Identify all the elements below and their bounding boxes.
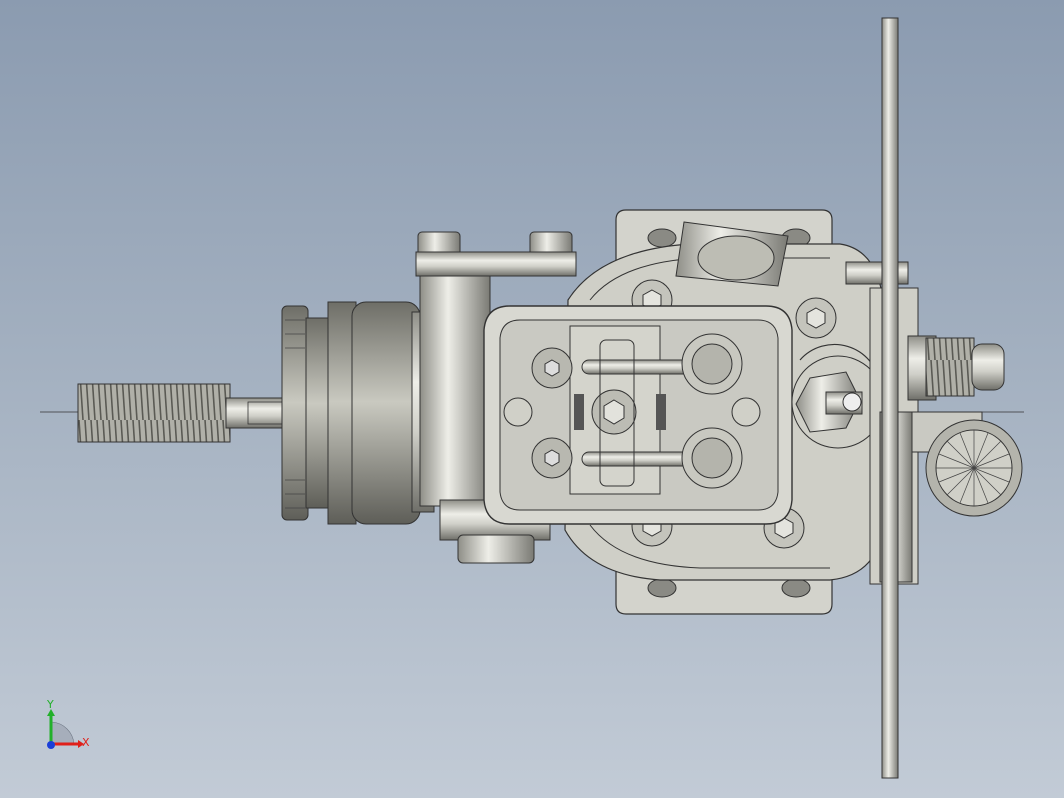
valve-spring-cap[interactable] [681,333,743,395]
y-axis-label: Y [47,698,54,711]
head-bolt[interactable] [795,297,837,339]
valve-spring-cap[interactable] [681,427,743,489]
needle-adjust-knob[interactable] [911,411,1023,517]
cad-viewport[interactable]: X Y [0,0,1064,798]
needle-valve-rod[interactable] [881,17,899,779]
prop-drive-hub[interactable] [281,301,357,525]
threaded-shaft[interactable] [77,383,289,443]
engine-model-view[interactable] [0,0,1064,798]
x-axis-label: X [82,736,90,749]
coordinate-triad [47,709,84,749]
